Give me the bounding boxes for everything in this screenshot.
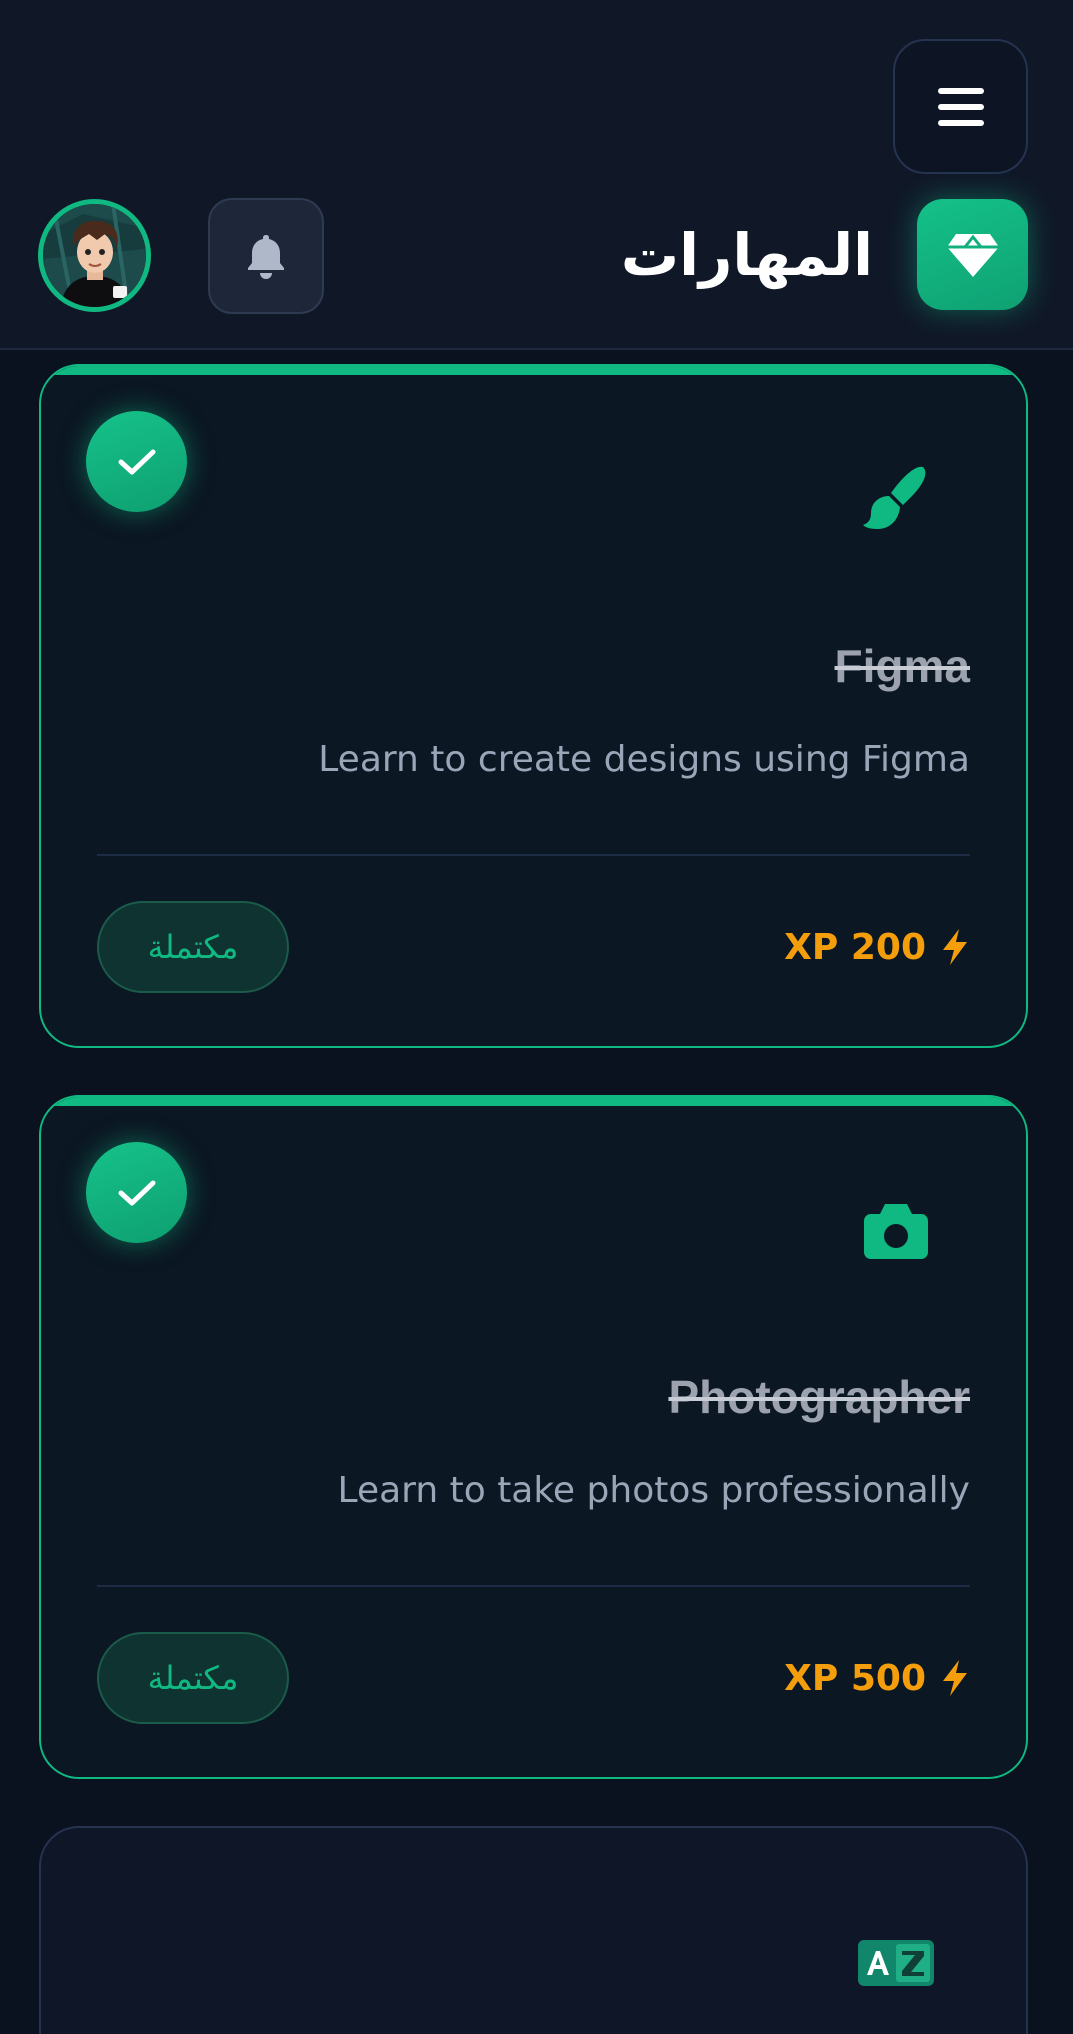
- checkmark-icon: [118, 1180, 155, 1205]
- hamburger-menu-icon: [937, 87, 984, 126]
- card-accent-bar: [41, 366, 1026, 375]
- page-title: المهارات: [620, 221, 873, 289]
- card-divider: [97, 1585, 970, 1587]
- diamond-icon: [946, 233, 999, 277]
- skill-card[interactable]: Photographer Learn to take photos profes…: [39, 1095, 1028, 1779]
- completed-badge: [86, 411, 187, 512]
- completed-badge: [86, 1142, 187, 1243]
- brand-badge: [917, 199, 1028, 310]
- lightning-icon: [943, 1660, 967, 1696]
- skill-description: Learn to create designs using Figma: [318, 739, 970, 780]
- notifications-button[interactable]: [208, 198, 324, 314]
- skill-title: Photographer: [668, 1371, 970, 1423]
- bell-icon: [248, 235, 284, 279]
- skill-description: Learn to take photos professionally: [337, 1470, 970, 1511]
- lightning-icon: [943, 929, 967, 965]
- status-badge: مكتملة: [97, 1632, 289, 1724]
- skill-title: Figma: [834, 640, 970, 692]
- card-accent-bar: [41, 1097, 1026, 1106]
- menu-button[interactable]: [893, 39, 1028, 174]
- checkmark-icon: [118, 449, 155, 474]
- avatar[interactable]: [38, 199, 151, 312]
- xp-reward: XP 200: [784, 901, 970, 993]
- status-badge: مكتملة: [97, 901, 289, 993]
- skills-page: المهارات Figma Learn to create designs u…: [0, 0, 1073, 2034]
- user-avatar-image: [43, 204, 146, 307]
- translate-icon: [856, 1923, 936, 2003]
- paintbrush-icon: [856, 458, 936, 538]
- app-header: المهارات: [0, 0, 1073, 350]
- camera-icon: [856, 1191, 936, 1271]
- skill-card[interactable]: [39, 1826, 1028, 2034]
- xp-reward: XP 500: [784, 1632, 970, 1724]
- xp-value: XP 200: [784, 926, 926, 968]
- xp-value: XP 500: [784, 1657, 926, 1699]
- card-divider: [97, 854, 970, 856]
- skill-card[interactable]: Figma Learn to create designs using Figm…: [39, 364, 1028, 1048]
